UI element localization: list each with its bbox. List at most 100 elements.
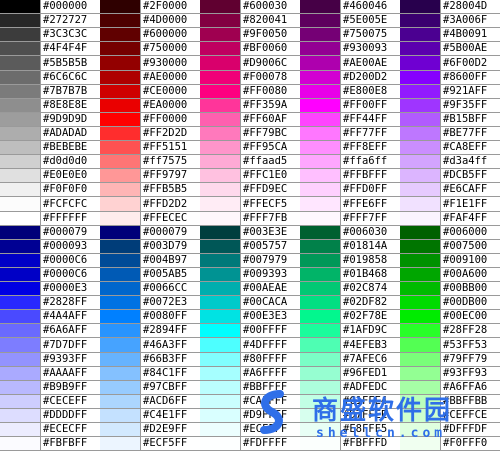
color-swatch: [200, 85, 240, 98]
color-swatch: [300, 169, 340, 182]
watermark-url-text: shellcn.com: [316, 426, 447, 441]
color-cell: #F1E1FF: [400, 197, 500, 213]
hex-code-label: #53FF53: [440, 338, 499, 352]
color-swatch: [300, 155, 340, 168]
hex-code-label: #46A3FF: [140, 338, 199, 352]
color-swatch: [0, 197, 40, 211]
color-swatch: [0, 99, 40, 112]
color-swatch: [200, 254, 240, 267]
color-swatch: [100, 113, 140, 126]
color-swatch: [200, 141, 240, 154]
hex-code-label: #CECEFF: [40, 395, 99, 408]
hex-code-label: #1AFD9C: [340, 324, 399, 337]
hex-code-label: #AE00AE: [340, 56, 399, 70]
hex-code-label: #8E8E8E: [40, 99, 99, 112]
hex-code-label: #D9006C: [240, 56, 299, 70]
hex-code-label: #600000: [140, 28, 199, 41]
color-swatch: [400, 367, 440, 380]
hex-code-label: #6C6C6C: [40, 71, 99, 84]
hex-code-label: #006000: [440, 226, 499, 239]
color-swatch: [200, 226, 240, 239]
hex-code-label: #F00078: [240, 71, 299, 84]
hex-code-label: #AAAAFF: [40, 367, 99, 380]
color-swatch: [200, 367, 240, 380]
color-swatch: [100, 141, 140, 154]
color-swatch: [100, 212, 140, 225]
color-swatch: [0, 226, 40, 239]
hex-code-label: #FFC1E0: [240, 169, 299, 182]
color-swatch: [0, 183, 40, 196]
color-swatch: [300, 71, 340, 84]
color-swatch: [200, 240, 240, 253]
hex-code-label: #FF0080: [240, 85, 299, 98]
color-swatch: [100, 353, 140, 366]
hex-code-label: #007500: [440, 240, 499, 253]
color-swatch: [400, 338, 440, 352]
color-swatch: [200, 14, 240, 27]
color-swatch: [0, 338, 40, 352]
color-swatch: [300, 183, 340, 196]
color-swatch: [400, 42, 440, 55]
color-swatch: [300, 42, 340, 55]
color-swatch: [0, 324, 40, 337]
hex-code-label: #6F00D2: [440, 56, 499, 70]
color-swatch: [200, 395, 240, 408]
hex-code-label: #2828FF: [40, 296, 99, 309]
hex-code-label: #C4E1FF: [140, 409, 199, 422]
color-cell: #7D7DFF: [0, 338, 100, 354]
hex-code-label: #FFF7FB: [240, 212, 299, 225]
hex-code-label: #0080FF: [140, 310, 199, 323]
color-swatch: [400, 310, 440, 323]
color-swatch: [300, 226, 340, 239]
color-swatch: [400, 71, 440, 84]
hex-code-label: #01814A: [340, 240, 399, 253]
hex-code-label: #FF8EFF: [340, 141, 399, 154]
color-cell: #930000: [100, 56, 200, 72]
color-swatch: [400, 240, 440, 253]
hex-code-label: #4D0000: [140, 14, 199, 27]
color-swatch: [300, 14, 340, 27]
color-swatch: [300, 99, 340, 112]
color-cell: #FFD2D2: [100, 197, 200, 213]
color-swatch: [100, 0, 140, 13]
color-swatch: [400, 85, 440, 98]
hex-code-label: #F1E1FF: [440, 197, 499, 211]
color-swatch: [0, 409, 40, 422]
color-swatch: [100, 437, 140, 450]
color-cell: #FFE6FF: [300, 197, 400, 213]
hex-code-label: #DDDDFF: [40, 409, 99, 422]
color-swatch: [300, 113, 340, 126]
color-swatch: [200, 42, 240, 55]
color-swatch: [0, 423, 40, 436]
hex-code-label: #BE77FF: [440, 127, 499, 140]
hex-code-label: #7D7DFF: [40, 338, 99, 352]
color-swatch: [400, 212, 440, 225]
color-swatch: [400, 155, 440, 168]
color-swatch: [200, 310, 240, 323]
color-swatch: [200, 338, 240, 352]
color-cell: #AE00AE: [300, 56, 400, 72]
color-swatch: [100, 28, 140, 41]
color-swatch: [300, 0, 340, 13]
color-swatch: [200, 169, 240, 182]
color-swatch: [400, 254, 440, 267]
hex-code-label: #FFBFFF: [340, 169, 399, 182]
color-cell: #ECF5FF: [100, 437, 200, 452]
hex-code-label: #003D79: [140, 240, 199, 253]
hex-code-label: #ffaad5: [240, 155, 299, 168]
color-swatch: [100, 381, 140, 394]
color-swatch: [0, 169, 40, 182]
hex-code-label: #ffa6ff: [340, 155, 399, 168]
hex-code-label: #00AEAE: [240, 282, 299, 295]
color-swatch: [300, 254, 340, 267]
color-swatch: [100, 423, 140, 436]
hex-code-label: #B9B9FF: [40, 381, 99, 394]
hex-code-label: #B15BFF: [440, 113, 499, 126]
hex-code-label: #ADADAD: [40, 127, 99, 140]
color-swatch: [200, 155, 240, 168]
color-swatch: [300, 367, 340, 380]
watermark-brand-text: 商盛软件园: [312, 396, 453, 426]
color-swatch: [100, 155, 140, 168]
hex-code-label: #01B468: [340, 268, 399, 281]
color-swatch: [200, 423, 240, 436]
